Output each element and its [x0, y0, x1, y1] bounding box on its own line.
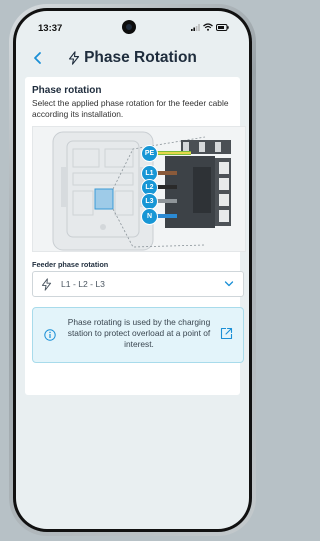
page-title: Phase Rotation	[68, 49, 197, 67]
bolt-icon	[69, 51, 80, 65]
page-title-text: Phase Rotation	[84, 49, 197, 66]
phase-rotation-value: L1 - L2 - L3	[61, 279, 105, 289]
info-text: Phase rotating is used by the charging s…	[67, 317, 211, 349]
phase-rotation-select[interactable]: L1 - L2 - L3	[32, 271, 244, 297]
terminal-badge-n: N	[141, 208, 158, 225]
wifi-icon	[203, 23, 213, 31]
wiring-diagram-image	[52, 131, 231, 251]
info-icon	[44, 329, 56, 341]
status-icons	[191, 23, 229, 31]
battery-icon	[216, 23, 229, 31]
wiring-diagram: PE L1 L2 L3 N	[32, 126, 246, 252]
chevron-left-icon[interactable]	[30, 50, 46, 66]
signal-icon	[191, 23, 200, 31]
feeder-phase-rotation-label: Feeder phase rotation	[32, 260, 109, 269]
terminal-label: PE	[144, 150, 155, 157]
bolt-icon	[41, 278, 52, 291]
phone-frame: 13:37 Phase Rotation Phase rotation Sele…	[9, 4, 256, 536]
card-description: Select the applied phase rotation for th…	[32, 98, 229, 119]
status-bar: 13:37	[16, 11, 249, 41]
info-banner: Phase rotating is used by the charging s…	[32, 307, 244, 363]
phase-rotation-card: Phase rotation Select the applied phase …	[25, 77, 246, 395]
chevron-down-icon	[224, 281, 234, 287]
screen: 13:37 Phase Rotation Phase rotation Sele…	[16, 11, 249, 529]
terminal-label: L1	[145, 170, 154, 177]
status-time: 13:37	[38, 23, 63, 34]
terminal-badge-pe: PE	[141, 145, 158, 162]
terminal-label: N	[146, 213, 153, 220]
terminal-label: L2	[145, 184, 154, 191]
terminal-label: L3	[145, 198, 154, 205]
app-header: Phase Rotation	[16, 41, 249, 75]
external-link-icon[interactable]	[220, 327, 233, 340]
phone-bezel: 13:37 Phase Rotation Phase rotation Sele…	[13, 8, 252, 532]
front-camera	[122, 20, 136, 34]
card-heading: Phase rotation	[32, 85, 102, 96]
